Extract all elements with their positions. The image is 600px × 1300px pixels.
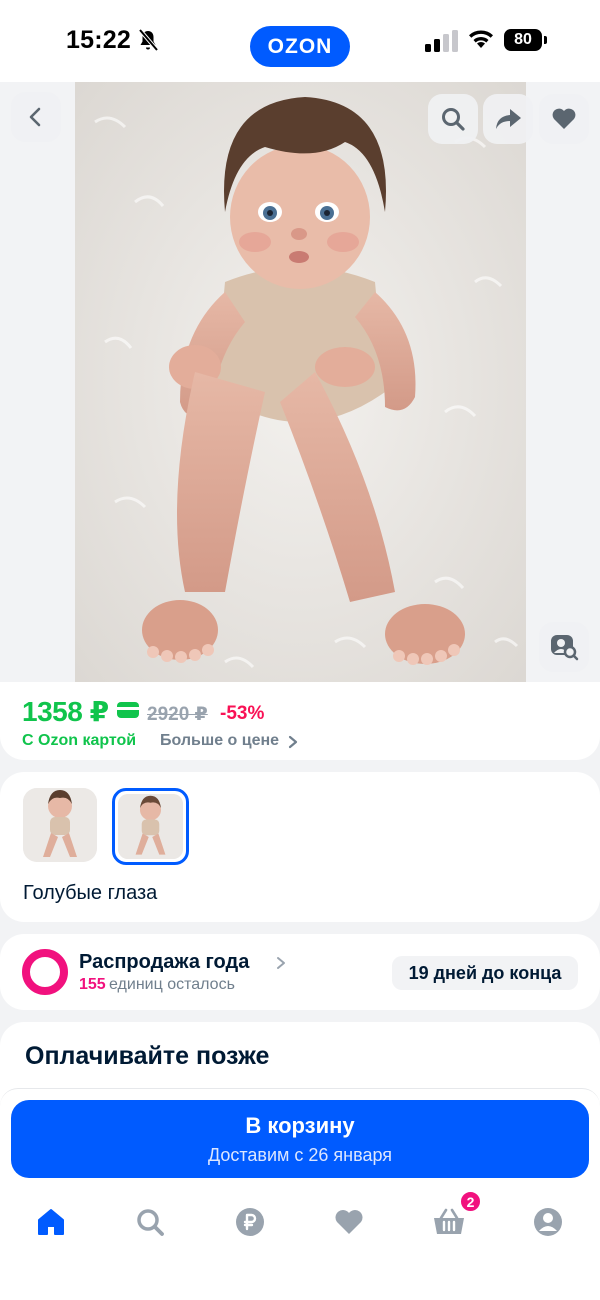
signal-icon [425, 30, 458, 52]
search-icon [442, 108, 465, 131]
heart-icon [552, 108, 576, 129]
variant-thumb-image [118, 794, 183, 859]
ozon-logo: OZON [250, 26, 350, 67]
price-card: 1358 ₽ 2920 ₽ -53% С Ozon картой Больше … [0, 682, 600, 760]
status-bar: 15:22 OZON 80 [0, 0, 600, 82]
tab-favorites[interactable] [329, 1202, 369, 1242]
variant-card: Голубые глаза [0, 772, 600, 922]
variant-selected-label: Голубые глаза [23, 882, 158, 904]
battery-indicator: 80 [504, 29, 547, 51]
variant-thumb[interactable] [23, 788, 97, 862]
back-icon [29, 107, 41, 127]
share-button[interactable] [483, 94, 533, 144]
tab-bar [0, 1188, 600, 1300]
search-button[interactable] [428, 94, 478, 144]
wifi-icon [469, 30, 493, 48]
add-to-cart-label: В корзину [245, 1113, 355, 1138]
price-old: 2920 ₽ [147, 704, 208, 725]
product-gallery[interactable] [0, 82, 600, 682]
back-button[interactable] [11, 92, 61, 142]
search-icon [137, 1209, 164, 1236]
tab-profile[interactable] [528, 1202, 568, 1242]
price-more-link[interactable]: Больше о цене [160, 732, 279, 750]
variant-thumb-selected[interactable] [112, 788, 189, 865]
sale-count-text: единиц осталось [109, 976, 235, 993]
price-current: 1358 ₽ [22, 696, 109, 727]
photo-search-button[interactable] [539, 622, 589, 672]
status-time: 15:22 [66, 26, 131, 54]
home-icon [38, 1209, 64, 1235]
sale-deadline-badge: 19 дней до конца [392, 956, 578, 990]
price-with-card-label: С Ozon картой [22, 732, 137, 749]
variant-thumb-image [23, 788, 97, 862]
silent-bell-icon [138, 28, 159, 52]
cart-icon [434, 1208, 464, 1234]
tab-search[interactable] [130, 1202, 170, 1242]
tab-home[interactable] [31, 1202, 71, 1242]
sale-title[interactable]: Распродажа года [79, 951, 249, 974]
cart-count-badge: 2 [459, 1190, 482, 1213]
chevron-right-icon[interactable] [287, 735, 299, 749]
ozon-card-icon [117, 702, 139, 718]
tab-finance[interactable] [230, 1202, 270, 1242]
share-icon [496, 109, 521, 129]
sale-logo-icon [22, 949, 68, 995]
favorite-button[interactable] [539, 94, 589, 144]
delivery-date-label: Доставим с 26 января [207, 1145, 393, 1165]
photo-search-icon [551, 635, 579, 661]
product-photo[interactable] [75, 82, 526, 682]
sale-count: 155 [79, 976, 106, 993]
pay-later-title: Оплачивайте позже [25, 1042, 270, 1070]
chevron-right-icon[interactable] [276, 956, 286, 970]
ruble-icon [236, 1208, 264, 1236]
sale-card[interactable]: Распродажа года 155 единиц осталось 19 д… [0, 934, 600, 1010]
price-discount: -53% [220, 703, 265, 724]
profile-icon [534, 1208, 562, 1236]
add-to-cart-button[interactable]: В корзину Доставим с 26 января [11, 1100, 589, 1178]
heart-icon [335, 1210, 363, 1234]
